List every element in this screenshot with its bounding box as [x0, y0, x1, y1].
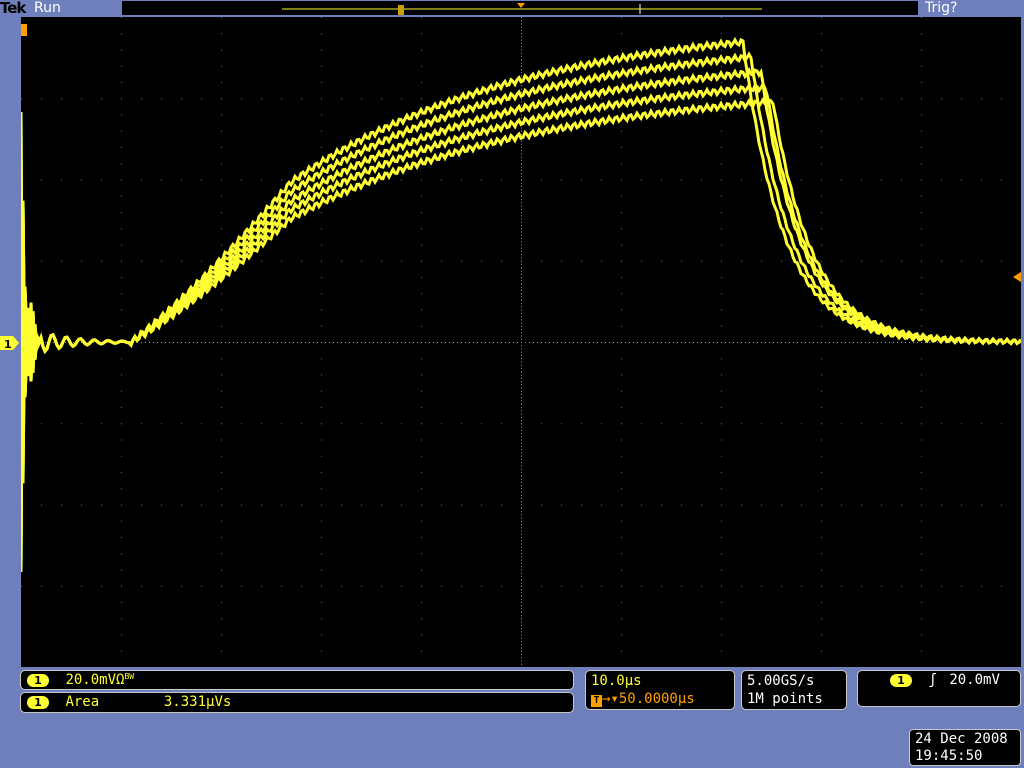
record-window-marker — [398, 5, 404, 15]
record-view-bar[interactable] — [122, 1, 918, 15]
trigger-marker-icon[interactable] — [21, 24, 29, 38]
waveform-display[interactable] — [21, 17, 1021, 667]
date-time-readout: 24 Dec 2008 19:45:50 — [909, 729, 1021, 766]
waveform-acquisition — [21, 96, 1021, 573]
channel-1-readout[interactable]: 1 20.0mVΩBW — [20, 670, 574, 690]
channel-badge: 1 — [890, 673, 912, 687]
trigger-level: 20.0mV — [949, 672, 1000, 688]
channel-badge: 1 — [27, 673, 49, 687]
record-length: 1M points — [747, 691, 823, 707]
horizontal-position: 50.0000µs — [618, 691, 695, 707]
measurement-readout[interactable]: 1 Area 3.331µVs — [20, 692, 574, 713]
bandwidth-limit-icon: BW — [124, 672, 135, 681]
svg-text:1: 1 — [4, 338, 12, 351]
record-view-graphic — [282, 3, 762, 15]
channel-badge: 1 — [27, 695, 49, 709]
waveform-acquisition — [21, 81, 1021, 484]
arrow-right-icon: →▾ — [602, 691, 619, 707]
horizontal-scale: 10.0µs — [591, 673, 642, 689]
waveform-acquisition — [21, 36, 1021, 573]
acquisition-readout[interactable]: 5.00GS/s 1M points — [741, 670, 847, 710]
channel-1-ground-marker[interactable]: 1 — [0, 335, 20, 351]
acquisition-state[interactable]: Run — [34, 0, 61, 16]
trigger-position-icon — [517, 3, 525, 8]
time: 19:45:50 — [915, 748, 983, 764]
status-bar: Tek Run Trig? — [0, 0, 1024, 17]
waveform-acquisition — [21, 51, 1021, 484]
trigger-level-icon[interactable] — [1010, 271, 1022, 283]
vertical-scale: 20.0mV — [65, 672, 117, 688]
measurement-name: Area — [65, 694, 100, 710]
brand-logo: Tek — [0, 0, 26, 17]
rising-edge-icon: ʃ — [928, 672, 937, 688]
measurement-value: 3.331µVs — [163, 694, 232, 710]
trigger-readout[interactable]: 1 ʃ 20.0mV — [857, 670, 1021, 707]
date: 24 Dec 2008 — [915, 731, 1008, 747]
trigger-t-icon: T — [591, 695, 602, 707]
horizontal-readout[interactable]: 10.0µs T →▾50.0000µs — [585, 670, 735, 710]
sample-rate: 5.00GS/s — [747, 673, 815, 689]
trigger-status: Trig? — [925, 0, 958, 16]
waveform-trace — [21, 36, 1021, 573]
